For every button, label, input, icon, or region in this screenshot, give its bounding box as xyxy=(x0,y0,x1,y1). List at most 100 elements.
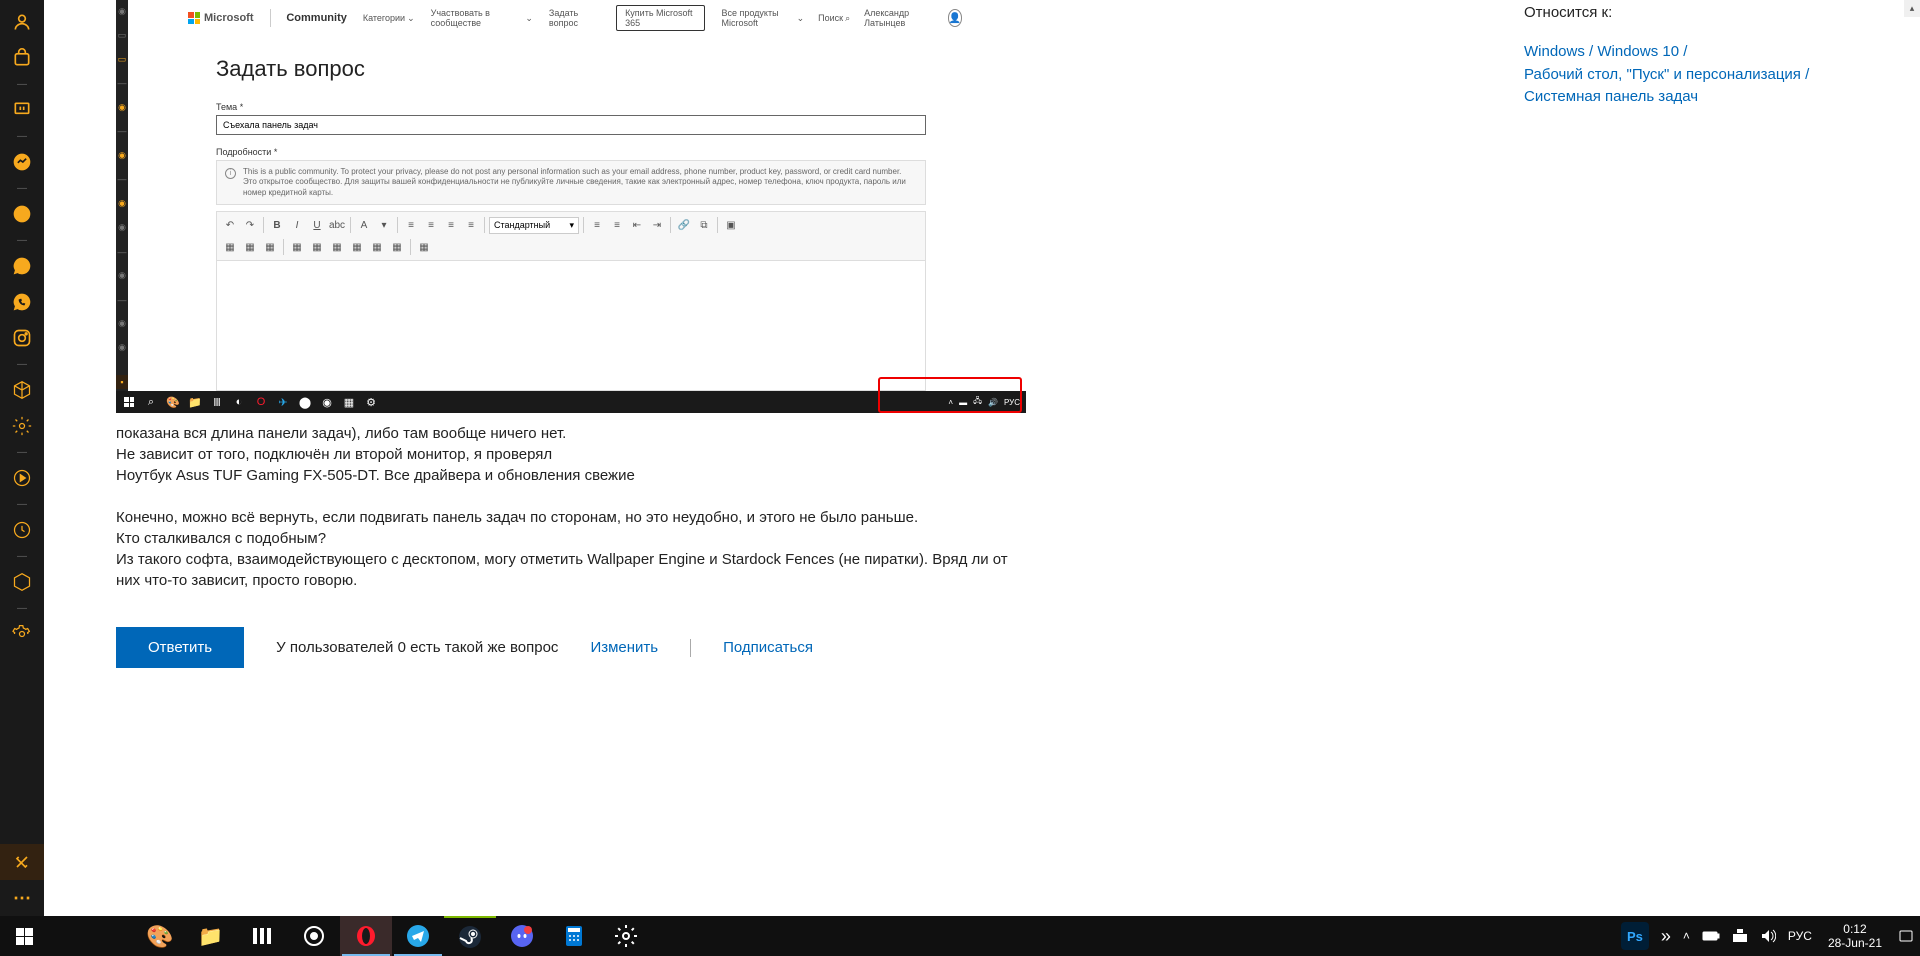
edit-link[interactable]: Изменить xyxy=(590,639,658,656)
sidebar-user-icon[interactable] xyxy=(0,4,44,40)
taskbar-steam-icon[interactable] xyxy=(444,916,496,956)
emb-search-icon[interactable]: ⌕ xyxy=(144,395,158,409)
t4-icon[interactable]: ▦ xyxy=(288,238,306,256)
strike-icon[interactable]: abc xyxy=(328,216,346,234)
tray-volume-icon[interactable] xyxy=(1754,916,1782,956)
bold-icon[interactable]: B xyxy=(268,216,286,234)
t7-icon[interactable]: ▦ xyxy=(348,238,366,256)
align-right-icon[interactable]: ≡ xyxy=(442,216,460,234)
ol-icon[interactable]: ≡ xyxy=(588,216,606,234)
tray-lang[interactable]: РУС xyxy=(1782,916,1818,956)
sidebar-gear2-icon[interactable] xyxy=(0,616,44,652)
buy-microsoft-button[interactable]: Купить Microsoft 365 xyxy=(616,5,705,31)
sidebar-messenger2-icon[interactable] xyxy=(0,248,44,284)
sidebar-messenger-icon[interactable] xyxy=(0,144,44,180)
taskbar-telegram-icon[interactable] xyxy=(392,916,444,956)
ul-icon[interactable]: ≡ xyxy=(608,216,626,234)
style-select[interactable]: Стандартный▾ xyxy=(489,217,579,234)
t5-icon[interactable]: ▦ xyxy=(308,238,326,256)
taskbar-app2-icon[interactable] xyxy=(288,916,340,956)
sidebar-gear-icon[interactable] xyxy=(0,408,44,444)
underline-icon[interactable]: U xyxy=(308,216,326,234)
table-icon[interactable]: ▦ xyxy=(221,238,239,256)
t2-icon[interactable]: ▦ xyxy=(241,238,259,256)
textcolor-icon[interactable]: A xyxy=(355,216,373,234)
sidebar-bag-icon[interactable] xyxy=(0,40,44,76)
editor-textarea[interactable] xyxy=(216,261,926,391)
related-link[interactable]: Windows xyxy=(1524,43,1585,60)
tray-clock[interactable]: 0:1228-Jun-21 xyxy=(1818,922,1892,951)
sidebar-more-icon[interactable]: ⋯ xyxy=(0,880,44,916)
tray-battery-icon[interactable] xyxy=(1696,916,1726,956)
sidebar-cube2-icon[interactable] xyxy=(0,564,44,600)
indent-icon[interactable]: ⇥ xyxy=(648,216,666,234)
related-link[interactable]: Windows 10 xyxy=(1597,43,1679,60)
align-center-icon[interactable]: ≡ xyxy=(422,216,440,234)
tray-photoshop-icon[interactable]: Ps xyxy=(1615,916,1655,956)
emb-settings-icon[interactable]: ⚙ xyxy=(364,395,378,409)
sidebar-instagram-icon[interactable] xyxy=(0,320,44,356)
tray-overflow-icon[interactable]: ˄ xyxy=(1677,916,1696,956)
related-title: Относится к: xyxy=(1524,4,1820,21)
sidebar-clock-icon[interactable] xyxy=(0,512,44,548)
link-icon[interactable]: 🔗 xyxy=(675,216,693,234)
theme-input[interactable] xyxy=(216,115,926,135)
emb-calc-icon[interactable]: ▦ xyxy=(342,395,356,409)
reply-button[interactable]: Ответить xyxy=(116,627,244,668)
t6-icon[interactable]: ▦ xyxy=(328,238,346,256)
related-link[interactable]: Системная панель задач xyxy=(1524,88,1698,105)
italic-icon[interactable]: I xyxy=(288,216,306,234)
taskbar-settings-icon[interactable] xyxy=(600,916,652,956)
sidebar-twitch-icon[interactable] xyxy=(0,92,44,128)
sidebar-cube-icon[interactable] xyxy=(0,372,44,408)
outdent-icon[interactable]: ⇤ xyxy=(628,216,646,234)
emb-app2-icon[interactable]: Ⅲ xyxy=(210,395,224,409)
taskbar-explorer-icon[interactable]: 📁 xyxy=(184,916,236,956)
subscribe-link[interactable]: Подписаться xyxy=(723,639,813,656)
emb-opera-icon[interactable]: O xyxy=(254,395,268,409)
sidebar-play-icon[interactable] xyxy=(0,460,44,496)
taskbar-discord-icon[interactable] xyxy=(496,916,548,956)
t8-icon[interactable]: ▦ xyxy=(368,238,386,256)
details-label: Подробности * xyxy=(216,147,926,157)
emb-telegram-icon[interactable]: ✈ xyxy=(276,395,290,409)
emb-app1-icon[interactable]: 🎨 xyxy=(166,395,180,409)
user-avatar-icon[interactable]: 👤 xyxy=(948,9,963,27)
tray-network-icon[interactable] xyxy=(1726,916,1754,956)
t9-icon[interactable]: ▦ xyxy=(388,238,406,256)
sidebar-whatsapp-icon[interactable] xyxy=(0,196,44,232)
separator: — xyxy=(0,76,44,92)
emb-app4-icon[interactable]: ◉ xyxy=(320,395,334,409)
dropdown-icon[interactable]: ▾ xyxy=(375,216,393,234)
nav-ask[interactable]: Задать вопрос xyxy=(549,8,600,28)
undo-icon[interactable]: ↶ xyxy=(221,216,239,234)
image-icon[interactable]: ▣ xyxy=(722,216,740,234)
emb-explorer-icon[interactable]: 📁 xyxy=(188,395,202,409)
align-justify-icon[interactable]: ≡ xyxy=(462,216,480,234)
community-link[interactable]: Community xyxy=(286,12,347,24)
emb-app3-icon[interactable]: ◐ xyxy=(232,395,246,409)
unlink-icon[interactable]: ⧉ xyxy=(695,216,713,234)
align-left-icon[interactable]: ≡ xyxy=(402,216,420,234)
taskbar-paint-icon[interactable]: 🎨 xyxy=(132,916,184,956)
t10-icon[interactable]: ▦ xyxy=(415,238,433,256)
sidebar-whatsapp2-icon[interactable] xyxy=(0,284,44,320)
nav-participate[interactable]: Участвовать в сообществе ⌄ xyxy=(431,8,533,28)
tray-chevron-icon[interactable]: » xyxy=(1655,916,1677,956)
taskbar-calc-icon[interactable] xyxy=(548,916,600,956)
start-button[interactable] xyxy=(0,916,48,956)
emb-steam-icon[interactable]: ⬤ xyxy=(298,395,312,409)
user-name[interactable]: Александр Латынцев xyxy=(864,8,933,28)
microsoft-logo[interactable]: Microsoft xyxy=(188,12,254,24)
nav-categories[interactable]: Категории ⌄ xyxy=(363,13,415,24)
taskbar-opera-icon[interactable] xyxy=(340,916,392,956)
search[interactable]: Поиск ⌕ xyxy=(818,13,850,24)
t3-icon[interactable]: ▦ xyxy=(261,238,279,256)
tray-notifications-icon[interactable] xyxy=(1892,916,1920,956)
related-link[interactable]: Рабочий стол, "Пуск" и персонализация xyxy=(1524,66,1801,83)
emb-start-icon[interactable] xyxy=(122,395,136,409)
sidebar-tools-icon[interactable] xyxy=(0,844,44,880)
redo-icon[interactable]: ↷ xyxy=(241,216,259,234)
nav-all-products[interactable]: Все продукты Microsoft ⌄ xyxy=(721,8,804,28)
taskbar-app-icon[interactable] xyxy=(236,916,288,956)
